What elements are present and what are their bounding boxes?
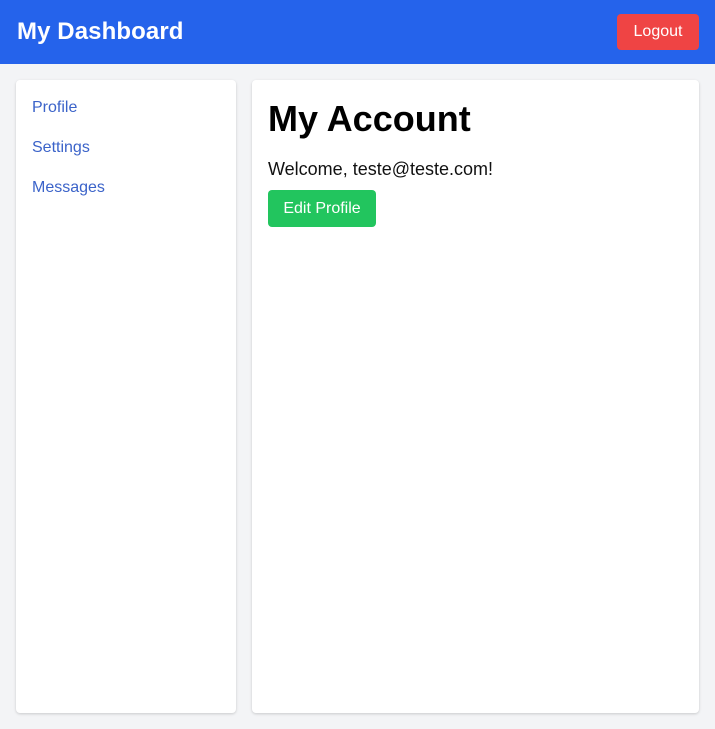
page-title: My Account (268, 98, 471, 139)
sidebar-item-profile: Profile (32, 88, 220, 128)
sidebar-link-messages[interactable]: Messages (32, 179, 105, 197)
sidebar-item-settings: Settings (32, 128, 220, 168)
welcome-message: Welcome, teste@teste.com! (268, 159, 494, 179)
top-bar: My Dashboard Logout (0, 0, 715, 64)
sidebar: Profile Settings Messages (16, 80, 236, 713)
sidebar-link-settings[interactable]: Settings (32, 139, 90, 157)
app-title: My Dashboard (17, 18, 184, 45)
main-content-card: My Account Welcome, teste@teste.com! Edi… (252, 80, 699, 713)
edit-profile-button[interactable]: Edit Profile (268, 190, 376, 227)
sidebar-nav: Profile Settings Messages (32, 88, 220, 208)
sidebar-item-messages: Messages (32, 168, 220, 208)
logout-button[interactable]: Logout (617, 14, 699, 50)
sidebar-link-profile[interactable]: Profile (32, 99, 77, 117)
